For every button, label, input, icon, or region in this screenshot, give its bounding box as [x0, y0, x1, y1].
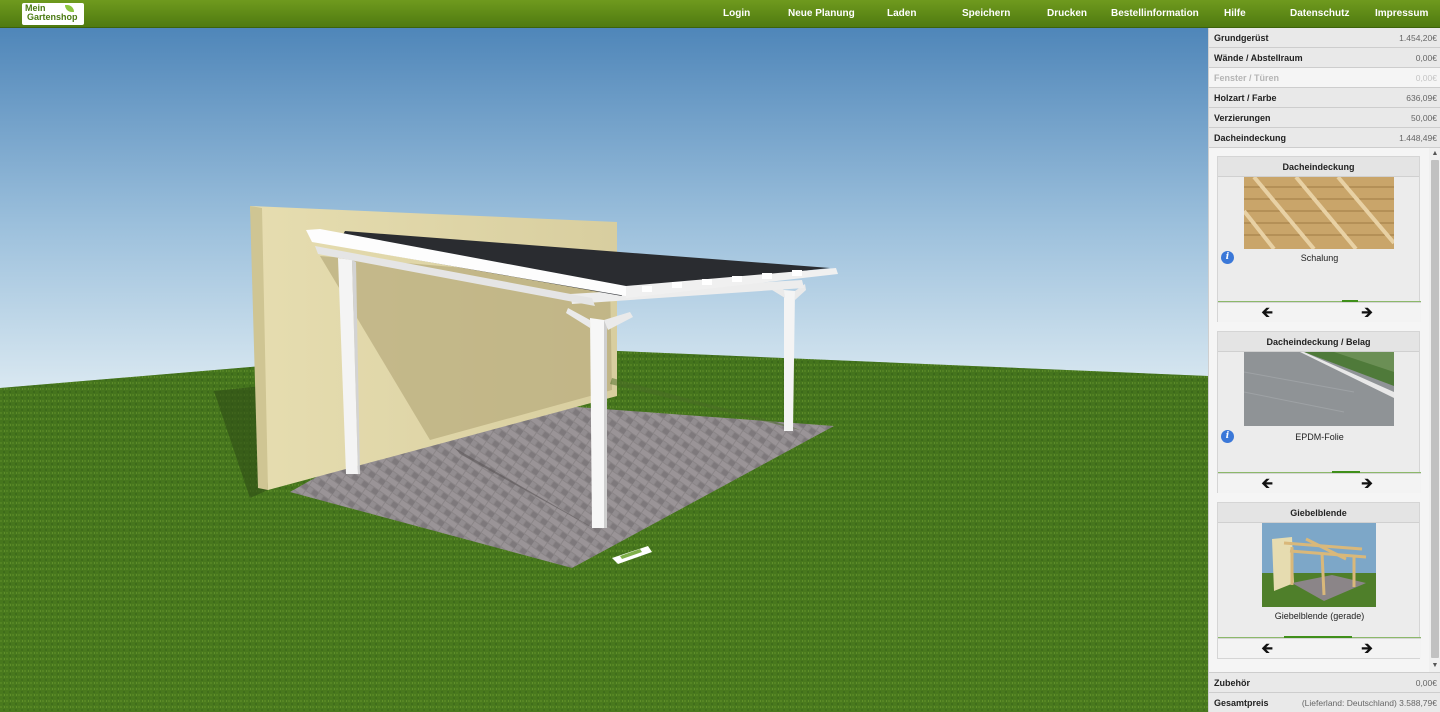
card-title: Dacheindeckung: [1218, 157, 1419, 177]
scrollbar-thumb[interactable]: [1431, 160, 1439, 658]
brand-line2: Gartenshop: [27, 12, 78, 22]
nav-print[interactable]: Drucken: [1047, 8, 1087, 19]
card-title: Dacheindeckung / Belag: [1218, 332, 1419, 352]
option-card-roof-surface: Dacheindeckung / Belag i EPDM-Folie 🡸 🡺: [1217, 331, 1421, 493]
nav-privacy[interactable]: Datenschutz: [1290, 8, 1349, 19]
nav-load[interactable]: Laden: [887, 8, 916, 19]
card-navigation: 🡸 🡺: [1218, 302, 1421, 322]
arrow-right-icon[interactable]: 🡺: [1361, 305, 1373, 321]
arrow-left-icon[interactable]: 🡸: [1261, 476, 1273, 492]
scroll-down-icon[interactable]: ▼: [1431, 661, 1439, 671]
epdm-roof-image: [1244, 352, 1394, 426]
nav-order-info[interactable]: Bestellinformation: [1111, 8, 1199, 19]
card-caption: EPDM-Folie: [1295, 432, 1344, 442]
scrollbar[interactable]: ▲ ▼: [1429, 148, 1440, 672]
category-price: 636,09€: [1406, 93, 1437, 103]
card-caption: Schalung: [1300, 253, 1339, 263]
total-price-row: Gesamtpreis (Lieferland: Deutschland) 3.…: [1209, 692, 1440, 712]
category-label: Fenster / Türen: [1214, 73, 1280, 83]
nav-new-planning[interactable]: Neue Planung: [788, 8, 855, 19]
epdm-roof-thumbnail[interactable]: [1244, 352, 1394, 426]
category-row[interactable]: Verzierungen 50,00€: [1209, 108, 1440, 128]
gable-frame-thumbnail[interactable]: [1262, 523, 1376, 607]
category-row[interactable]: Grundgerüst 1.454,20€: [1209, 28, 1440, 48]
category-row[interactable]: Holzart / Farbe 636,09€: [1209, 88, 1440, 108]
total-label: Gesamtpreis: [1214, 698, 1269, 708]
arrow-right-icon[interactable]: 🡺: [1361, 641, 1373, 657]
arrow-left-icon[interactable]: 🡸: [1261, 641, 1273, 657]
category-row-disabled: Fenster / Türen 0,00€: [1209, 68, 1440, 88]
3d-viewport[interactable]: [0, 28, 1208, 712]
category-label: Wände / Abstellraum: [1214, 53, 1303, 63]
category-price: 0,00€: [1415, 53, 1437, 63]
card-title: Giebelblende: [1218, 503, 1419, 523]
card-caption: Giebelblende (gerade): [1274, 611, 1365, 621]
card-navigation: 🡸 🡺: [1218, 473, 1421, 493]
category-price: 0,00€: [1415, 73, 1437, 83]
total-price: (Lieferland: Deutschland) 3.588,79€: [1301, 698, 1437, 708]
nav-login[interactable]: Login: [723, 8, 750, 19]
option-card-roof-covering: Dacheindeckung i Schalung 🡸 🡺: [1217, 156, 1421, 322]
brand-logo[interactable]: Mein Gartenshop: [22, 3, 84, 25]
arrow-right-icon[interactable]: 🡺: [1361, 476, 1373, 492]
wood-planks-image: [1244, 177, 1394, 249]
category-label: Verzierungen: [1214, 113, 1271, 123]
category-price: 1.448,49€: [1399, 133, 1437, 143]
accessories-price: 0,00€: [1415, 678, 1437, 688]
accessories-label: Zubehör: [1214, 678, 1250, 688]
carport-scene: [0, 28, 1208, 712]
nav-imprint[interactable]: Impressum: [1375, 8, 1428, 19]
nav-save[interactable]: Speichern: [962, 8, 1010, 19]
arrow-left-icon[interactable]: 🡸: [1261, 305, 1273, 321]
category-label: Dacheindeckung: [1214, 133, 1287, 143]
card-navigation: 🡸 🡺: [1218, 638, 1421, 658]
scroll-up-icon[interactable]: ▲: [1431, 149, 1439, 159]
category-label: Holzart / Farbe: [1214, 93, 1277, 103]
category-label: Grundgerüst: [1214, 33, 1269, 43]
accessories-row[interactable]: Zubehör 0,00€: [1209, 672, 1440, 692]
category-price: 50,00€: [1411, 113, 1437, 123]
configuration-panel: Grundgerüst 1.454,20€ Wände / Abstellrau…: [1208, 28, 1440, 712]
category-price: 1.454,20€: [1399, 33, 1437, 43]
category-row-active[interactable]: Dacheindeckung 1.448,49€: [1209, 128, 1440, 148]
wood-planks-thumbnail[interactable]: [1244, 177, 1394, 249]
gable-frame-image: [1262, 523, 1376, 607]
option-card-gable: Giebelblende Giebelblende (gerade) 🡸 🡺: [1217, 502, 1421, 659]
top-bar: Mein Gartenshop Login Neue Planung Laden…: [0, 0, 1440, 28]
category-row[interactable]: Wände / Abstellraum 0,00€: [1209, 48, 1440, 68]
options-scroll-area[interactable]: Dacheindeckung i Schalung 🡸 🡺 Dacheindec…: [1209, 148, 1440, 672]
nav-help[interactable]: Hilfe: [1224, 8, 1246, 19]
